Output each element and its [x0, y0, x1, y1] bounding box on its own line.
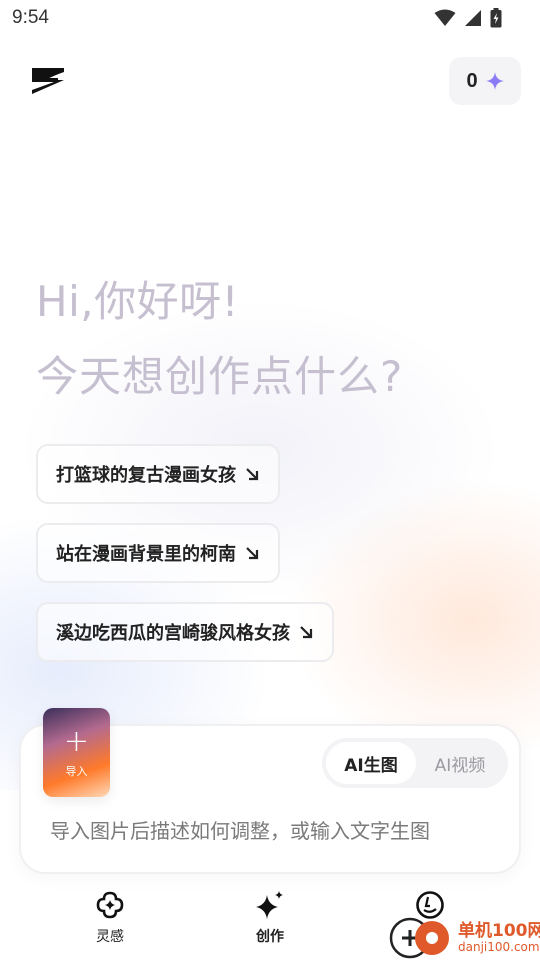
nav-item-inspiration[interactable]: 灵感	[70, 890, 150, 952]
import-image-button[interactable]: + 导入	[43, 708, 110, 797]
sparkle-credit-icon	[485, 72, 504, 90]
watermark: 单机100网 danji100.com	[388, 912, 540, 960]
suggestion-chip[interactable]: 打篮球的复古漫画女孩	[36, 444, 280, 504]
sparkle-icon	[256, 891, 283, 919]
import-label: 导入	[65, 764, 88, 778]
plus-icon: +	[63, 723, 90, 759]
nav-label: 灵感	[96, 929, 124, 945]
arrow-down-right-icon	[300, 626, 313, 639]
suggestion-label: 站在漫画背景里的柯南	[56, 544, 236, 565]
arrow-down-right-icon	[246, 468, 259, 481]
arrow-down-right-icon	[246, 547, 259, 560]
status-bar: 9:54	[0, 0, 540, 36]
nav-item-create[interactable]: 创作	[230, 890, 310, 952]
nav-label: 创作	[256, 929, 284, 945]
greeting-subtitle: 今天想创作点什么?	[36, 352, 404, 401]
suggestion-label: 溪边吃西瓜的宫崎骏风格女孩	[56, 623, 290, 644]
status-icons	[434, 8, 502, 28]
status-time: 9:54	[12, 7, 49, 28]
watermark-url: danji100.com	[458, 940, 540, 954]
suggestion-label: 打篮球的复古漫画女孩	[56, 465, 236, 486]
credits-badge[interactable]: 0	[449, 57, 521, 105]
cell-signal-icon	[465, 10, 481, 26]
tab-ai-image[interactable]: AI生图	[326, 742, 416, 784]
credits-count: 0	[466, 69, 478, 92]
watermark-title: 单机100网	[458, 921, 540, 941]
inspiration-icon	[96, 891, 124, 919]
greeting-title: Hi,你好呀!	[36, 277, 239, 326]
app-logo-icon	[32, 68, 64, 94]
mode-switch: AI生图 AI视频	[322, 738, 508, 788]
suggestion-chip[interactable]: 站在漫画背景里的柯南	[36, 523, 280, 583]
tab-ai-video[interactable]: AI视频	[416, 742, 504, 784]
wifi-icon	[434, 9, 456, 26]
suggestion-chip[interactable]: 溪边吃西瓜的宫崎骏风格女孩	[36, 602, 334, 662]
battery-icon	[490, 8, 502, 28]
watermark-logo-icon	[389, 917, 449, 959]
prompt-input[interactable]	[50, 814, 500, 848]
